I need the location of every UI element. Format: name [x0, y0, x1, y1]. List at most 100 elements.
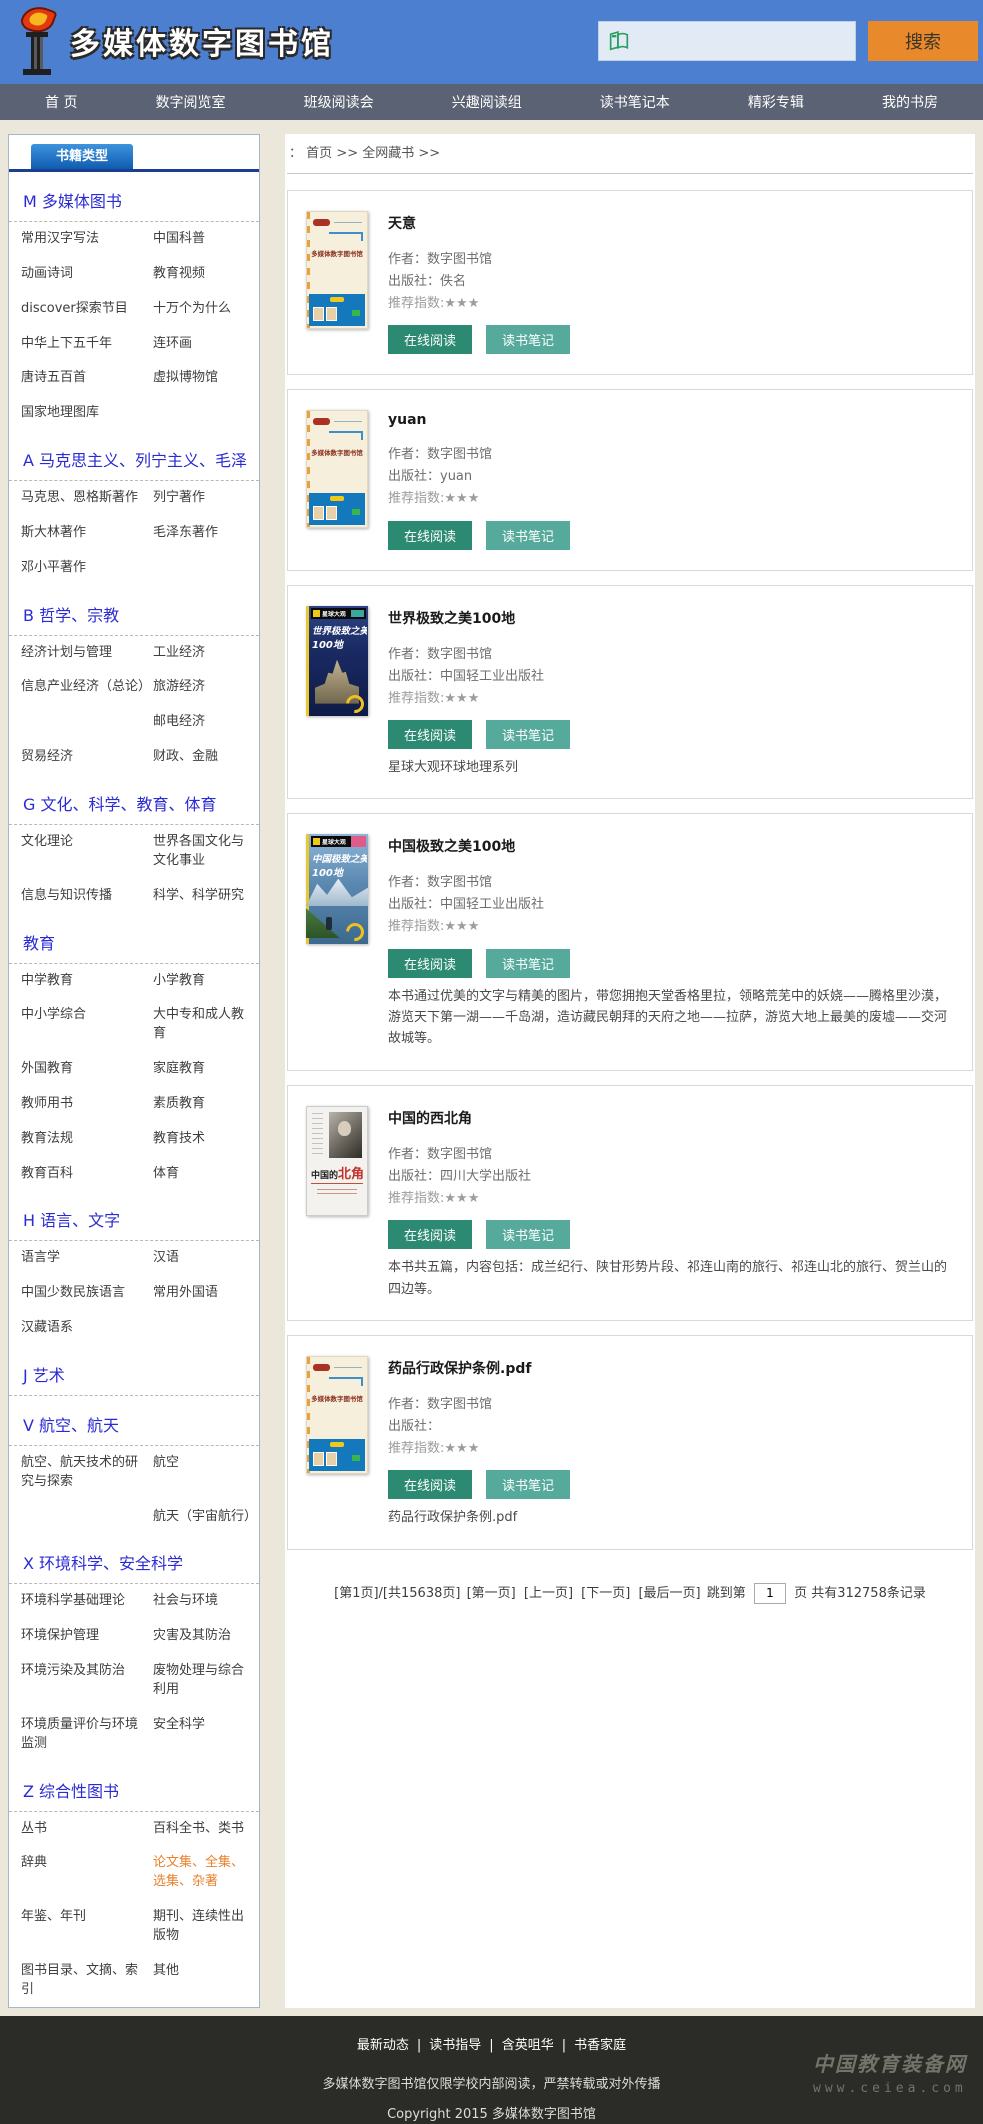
subcategory-link[interactable]: 年鉴、年刊: [21, 1908, 147, 1946]
subcategory-link[interactable]: 航空、航天技术的研究与探索: [21, 1454, 147, 1492]
nav-item-6[interactable]: 精彩专辑: [748, 92, 804, 112]
subcategory-link[interactable]: 体育: [153, 1165, 255, 1184]
subcategory-link[interactable]: 教育视频: [153, 265, 255, 284]
nav-item-1[interactable]: 首 页: [45, 92, 77, 112]
first-page-link[interactable]: [第一页]: [467, 1586, 516, 1601]
subcategory-link[interactable]: 常用外国语: [153, 1284, 255, 1303]
last-page-link[interactable]: [最后一页]: [638, 1586, 700, 1601]
subcategory-link[interactable]: 世界各国文化与文化事业: [153, 833, 255, 871]
subcategory-link[interactable]: 中国科普: [153, 230, 255, 249]
prev-page-link[interactable]: [上一页]: [524, 1586, 573, 1601]
read-online-button[interactable]: 在线阅读: [388, 521, 472, 550]
subcategory-link[interactable]: 邮电经济: [153, 713, 255, 732]
reading-notes-button[interactable]: 读书笔记: [486, 325, 570, 354]
reading-notes-button[interactable]: 读书笔记: [486, 720, 570, 749]
subcategory-link[interactable]: 文化理论: [21, 833, 147, 871]
read-online-button[interactable]: 在线阅读: [388, 720, 472, 749]
subcategory-link[interactable]: 中华上下五千年: [21, 335, 147, 354]
book-cover[interactable]: 多媒体数字图书馆: [306, 211, 368, 329]
subcategory-link[interactable]: 丛书: [21, 1820, 147, 1839]
book-cover[interactable]: 多媒体数字图书馆: [306, 1356, 368, 1474]
reading-notes-button[interactable]: 读书笔记: [486, 1220, 570, 1249]
subcategory-link[interactable]: 其他: [153, 1962, 255, 2000]
footer-link-2[interactable]: 读书指导: [429, 2038, 481, 2053]
subcategory-link[interactable]: 中小学综合: [21, 1006, 147, 1044]
subcategory-link[interactable]: 毛泽东著作: [153, 524, 255, 543]
category-heading[interactable]: V 航空、航天: [9, 1396, 259, 1446]
subcategory-link[interactable]: 环境保护管理: [21, 1627, 147, 1646]
footer-link-4[interactable]: 书香家庭: [574, 2038, 626, 2053]
subcategory-link[interactable]: 列宁著作: [153, 489, 255, 508]
site-logo[interactable]: 多媒体数字图书馆: [14, 6, 334, 76]
book-title[interactable]: 世界极致之美100地: [388, 608, 954, 628]
subcategory-link[interactable]: 社会与环境: [153, 1592, 255, 1611]
subcategory-link[interactable]: 财政、金融: [153, 748, 255, 767]
subcategory-link[interactable]: 经济计划与管理: [21, 644, 147, 663]
nav-item-3[interactable]: 班级阅读会: [304, 92, 374, 112]
subcategory-link[interactable]: 安全科学: [153, 1716, 255, 1754]
category-heading[interactable]: X 环境科学、安全科学: [9, 1534, 259, 1584]
subcategory-link[interactable]: 斯大林著作: [21, 524, 147, 543]
read-online-button[interactable]: 在线阅读: [388, 949, 472, 978]
book-cover[interactable]: 星球大观世界极致之美100地: [306, 606, 368, 716]
read-online-button[interactable]: 在线阅读: [388, 1470, 472, 1499]
category-heading[interactable]: 教育: [9, 914, 259, 964]
category-heading[interactable]: M 多媒体图书: [9, 172, 259, 222]
book-title[interactable]: yuan: [388, 412, 954, 428]
search-button[interactable]: 搜索: [868, 21, 978, 61]
subcategory-link[interactable]: 马克思、恩格斯著作: [21, 489, 147, 508]
category-heading[interactable]: B 哲学、宗教: [9, 586, 259, 636]
subcategory-link[interactable]: 论文集、全集、选集、杂著: [153, 1854, 255, 1892]
subcategory-link[interactable]: 灾害及其防治: [153, 1627, 255, 1646]
category-heading[interactable]: A 马克思主义、列宁主义、毛泽: [9, 431, 259, 481]
subcategory-link[interactable]: 连环画: [153, 335, 255, 354]
subcategory-link[interactable]: 旅游经济: [153, 678, 255, 697]
subcategory-link[interactable]: 语言学: [21, 1249, 147, 1268]
subcategory-link[interactable]: 图书目录、文摘、索引: [21, 1962, 147, 2000]
breadcrumb-home[interactable]: 首页: [306, 146, 332, 161]
nav-item-7[interactable]: 我的书房: [882, 92, 938, 112]
subcategory-link[interactable]: 期刊、连续性出版物: [153, 1908, 255, 1946]
category-heading[interactable]: G 文化、科学、教育、体育: [9, 775, 259, 825]
subcategory-link[interactable]: 教育技术: [153, 1130, 255, 1149]
footer-link-1[interactable]: 最新动态: [357, 2038, 409, 2053]
search-input[interactable]: [639, 25, 853, 59]
book-title[interactable]: 中国的西北角: [388, 1108, 954, 1128]
subcategory-link[interactable]: 信息产业经济（总论）: [21, 678, 147, 697]
page-jump-input[interactable]: [754, 1583, 786, 1604]
book-title[interactable]: 天意: [388, 213, 954, 233]
subcategory-link[interactable]: 百科全书、类书: [153, 1820, 255, 1839]
book-title[interactable]: 药品行政保护条例.pdf: [388, 1358, 954, 1378]
subcategory-link[interactable]: 汉藏语系: [21, 1319, 147, 1338]
subcategory-link[interactable]: 常用汉字写法: [21, 230, 147, 249]
subcategory-link[interactable]: 唐诗五百首: [21, 369, 147, 388]
next-page-link[interactable]: [下一页]: [581, 1586, 630, 1601]
subcategory-link[interactable]: 大中专和成人教育: [153, 1006, 255, 1044]
subcategory-link[interactable]: 中学教育: [21, 972, 147, 991]
subcategory-link[interactable]: 辞典: [21, 1854, 147, 1892]
footer-link-3[interactable]: 含英咀华: [502, 2038, 554, 2053]
subcategory-link[interactable]: 虚拟博物馆: [153, 369, 255, 388]
subcategory-link[interactable]: 科学、科学研究: [153, 887, 255, 906]
reading-notes-button[interactable]: 读书笔记: [486, 1470, 570, 1499]
subcategory-link[interactable]: 素质教育: [153, 1095, 255, 1114]
subcategory-link[interactable]: discover探索节目: [21, 300, 147, 319]
subcategory-link[interactable]: 小学教育: [153, 972, 255, 991]
read-online-button[interactable]: 在线阅读: [388, 325, 472, 354]
subcategory-link[interactable]: 邓小平著作: [21, 559, 147, 578]
breadcrumb-current[interactable]: 全网藏书: [362, 146, 414, 161]
nav-item-2[interactable]: 数字阅览室: [156, 92, 226, 112]
subcategory-link[interactable]: 环境质量评价与环境监测: [21, 1716, 147, 1754]
book-cover[interactable]: 多媒体数字图书馆: [306, 410, 368, 528]
nav-item-5[interactable]: 读书笔记本: [600, 92, 670, 112]
subcategory-link[interactable]: 教师用书: [21, 1095, 147, 1114]
subcategory-link[interactable]: 家庭教育: [153, 1060, 255, 1079]
subcategory-link[interactable]: 贸易经济: [21, 748, 147, 767]
nav-item-4[interactable]: 兴趣阅读组: [452, 92, 522, 112]
category-heading[interactable]: Z 综合性图书: [9, 1762, 259, 1812]
subcategory-link[interactable]: 废物处理与综合利用: [153, 1662, 255, 1700]
subcategory-link[interactable]: 汉语: [153, 1249, 255, 1268]
subcategory-link[interactable]: 信息与知识传播: [21, 887, 147, 906]
subcategory-link[interactable]: 中国少数民族语言: [21, 1284, 147, 1303]
subcategory-link[interactable]: 航空: [153, 1454, 255, 1492]
